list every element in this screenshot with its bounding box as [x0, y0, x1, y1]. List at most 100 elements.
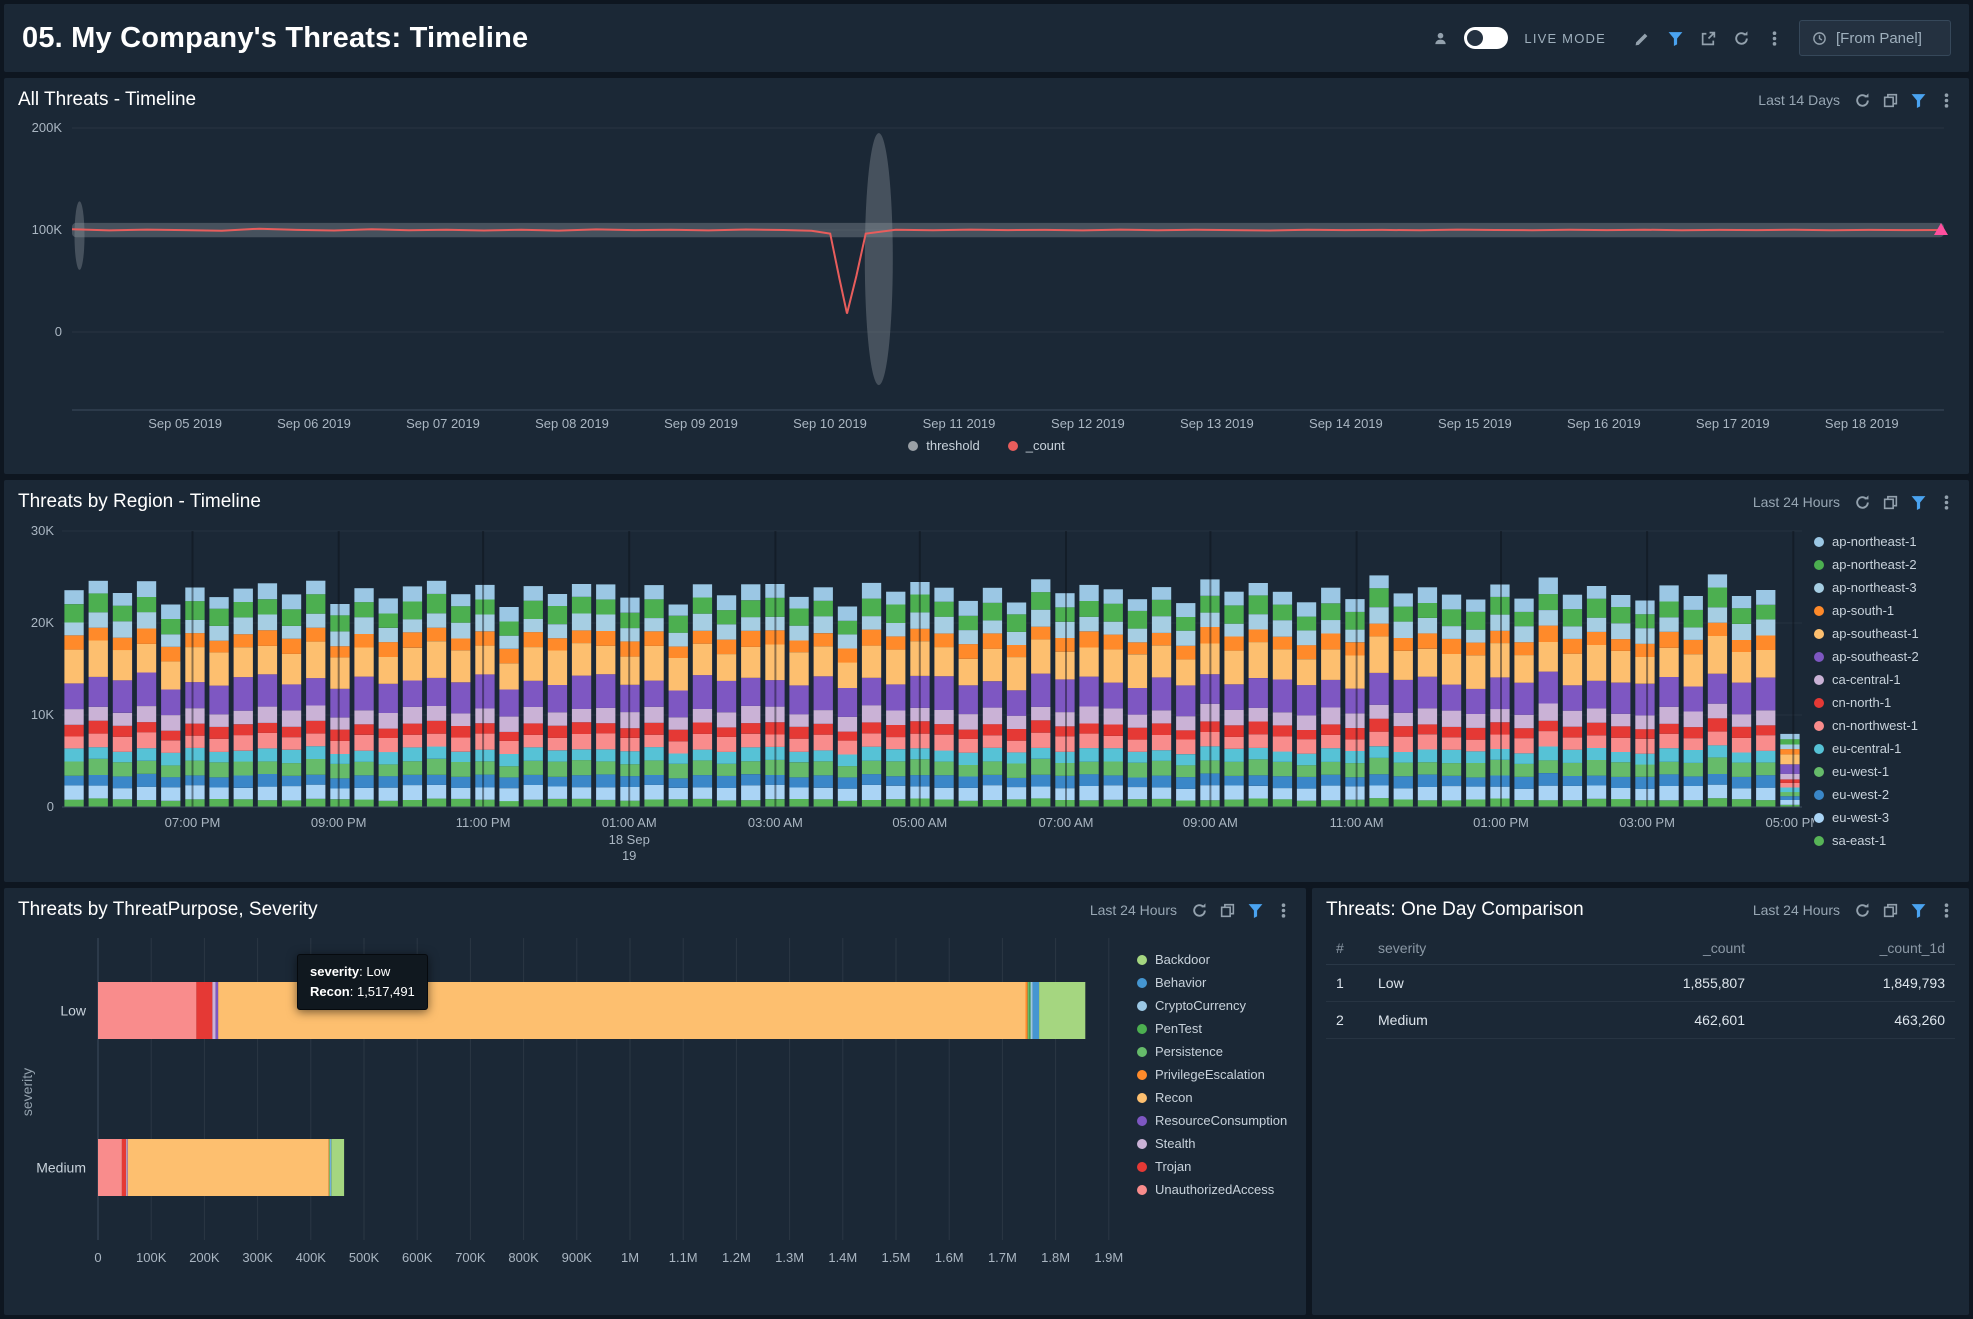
copy-icon[interactable] — [1882, 902, 1899, 919]
legend-item-Recon[interactable]: Recon — [1137, 1090, 1287, 1105]
time-range-dropdown[interactable]: [From Panel] — [1799, 20, 1951, 56]
table-row[interactable]: 1 Low 1,855,807 1,849,793 — [1326, 964, 1955, 1002]
column-header-count1d[interactable]: _count_1d — [1755, 932, 1955, 965]
legend-item-cn-northwest-1[interactable]: cn-northwest-1 — [1814, 718, 1919, 733]
time-range-label: Last 24 Hours — [1089, 902, 1177, 918]
legend-item-Persistence[interactable]: Persistence — [1137, 1044, 1287, 1059]
legend-swatch-icon — [1137, 1184, 1147, 1195]
legend-item-eu-west-1[interactable]: eu-west-1 — [1814, 764, 1919, 779]
column-header-[interactable]: # — [1326, 932, 1368, 965]
filter-icon[interactable] — [1247, 902, 1264, 919]
legend-item-ap-northeast-3[interactable]: ap-northeast-3 — [1814, 580, 1919, 595]
legend-item-threshold[interactable]: threshold — [908, 438, 980, 453]
kebab-menu-icon[interactable] — [1938, 494, 1955, 511]
svg-text:Sep 15 2019: Sep 15 2019 — [1438, 416, 1512, 431]
refresh-icon[interactable] — [1733, 30, 1750, 47]
kebab-menu-icon[interactable] — [1766, 30, 1783, 47]
legend-item-Backdoor[interactable]: Backdoor — [1137, 952, 1287, 967]
region-legend: ap-northeast-1 ap-northeast-2 ap-northeast… — [1814, 524, 1919, 876]
svg-text:300K: 300K — [242, 1250, 273, 1265]
legend-label: CryptoCurrency — [1155, 998, 1247, 1013]
refresh-icon[interactable] — [1854, 92, 1871, 109]
column-header-count[interactable]: _count — [1560, 932, 1755, 965]
region-stacked-bar-chart[interactable]: 0 10K 20K 30K 07:00 PM 09:00 PM 11:00 PM 01:00 … — [4, 524, 1814, 876]
svg-text:Sep 18 2019: Sep 18 2019 — [1825, 416, 1899, 431]
filter-icon[interactable] — [1910, 494, 1927, 511]
legend-item-Behavior[interactable]: Behavior — [1137, 975, 1287, 990]
svg-text:03:00 AM: 03:00 AM — [748, 815, 803, 830]
kebab-menu-icon[interactable] — [1938, 902, 1955, 919]
all-threats-line-chart[interactable]: 0 100K 200K Sep 05 2019 Sep 06 2019 Sep 07 20… — [8, 122, 1965, 434]
svg-text:severity: severity — [19, 1068, 35, 1116]
copy-icon[interactable] — [1219, 902, 1236, 919]
legend-label: Behavior — [1155, 975, 1207, 990]
legend-item-ap-south-1[interactable]: ap-south-1 — [1814, 603, 1919, 618]
legend-item-UnauthorizedAccess[interactable]: UnauthorizedAccess — [1137, 1182, 1287, 1197]
legend-item-eu-west-3[interactable]: eu-west-3 — [1814, 810, 1919, 825]
filter-icon[interactable] — [1910, 902, 1927, 919]
legend-item-eu-west-2[interactable]: eu-west-2 — [1814, 787, 1919, 802]
svg-text:1.4M: 1.4M — [828, 1250, 857, 1265]
svg-text:900K: 900K — [562, 1250, 593, 1265]
legend-swatch-icon — [1814, 789, 1824, 800]
kebab-menu-icon[interactable] — [1938, 92, 1955, 109]
table-row[interactable]: 2 Medium 462,601 463,260 — [1326, 1001, 1955, 1039]
svg-text:Low: Low — [60, 1003, 87, 1019]
live-mode-toggle[interactable] — [1464, 27, 1509, 49]
legend-swatch-icon — [1137, 977, 1147, 988]
legend-item-cn-north-1[interactable]: cn-north-1 — [1814, 695, 1919, 710]
edit-pencil-icon[interactable] — [1634, 30, 1651, 47]
severity-bar-Medium — [98, 1139, 345, 1196]
legend-item-Trojan[interactable]: Trojan — [1137, 1159, 1287, 1174]
table-cell: 1,849,793 — [1755, 964, 1955, 1002]
legend-item-_count[interactable]: _count — [1007, 438, 1065, 453]
legend-item-ap-southeast-1[interactable]: ap-southeast-1 — [1814, 626, 1919, 641]
svg-text:Sep 14 2019: Sep 14 2019 — [1309, 416, 1383, 431]
legend-label: eu-west-2 — [1832, 787, 1890, 802]
legend-label: Recon — [1155, 1090, 1193, 1105]
svg-text:05:00 AM: 05:00 AM — [892, 815, 947, 830]
filter-icon[interactable] — [1667, 30, 1684, 47]
legend-label: ap-northeast-2 — [1832, 557, 1917, 572]
legend-label: eu-west-1 — [1832, 764, 1890, 779]
legend-item-sa-east-1[interactable]: sa-east-1 — [1814, 833, 1919, 848]
legend-item-ap-northeast-2[interactable]: ap-northeast-2 — [1814, 557, 1919, 572]
legend-item-ap-northeast-1[interactable]: ap-northeast-1 — [1814, 534, 1919, 549]
legend-item-CryptoCurrency[interactable]: CryptoCurrency — [1137, 998, 1287, 1013]
legend-item-ca-central-1[interactable]: ca-central-1 — [1814, 672, 1919, 687]
legend-label: cn-north-1 — [1832, 695, 1892, 710]
legend-label: Trojan — [1155, 1159, 1192, 1174]
panel-threats-by-purpose: Threats by ThreatPurpose, Severity Last … — [4, 888, 1306, 1315]
legend-item-Stealth[interactable]: Stealth — [1137, 1136, 1287, 1151]
legend-item-ap-southeast-2[interactable]: ap-southeast-2 — [1814, 649, 1919, 664]
refresh-icon[interactable] — [1854, 494, 1871, 511]
svg-text:Sep 17 2019: Sep 17 2019 — [1696, 416, 1770, 431]
svg-text:05:00 PM: 05:00 PM — [1765, 815, 1814, 830]
svg-text:Sep 07 2019: Sep 07 2019 — [406, 416, 480, 431]
share-icon[interactable] — [1700, 30, 1717, 47]
copy-icon[interactable] — [1882, 92, 1899, 109]
refresh-icon[interactable] — [1191, 902, 1208, 919]
legend-item-ResourceConsumption[interactable]: ResourceConsumption — [1137, 1113, 1287, 1128]
svg-text:200K: 200K — [189, 1250, 220, 1265]
svg-text:1.9M: 1.9M — [1094, 1250, 1123, 1265]
legend-item-PenTest[interactable]: PenTest — [1137, 1021, 1287, 1036]
column-header-severity[interactable]: severity — [1368, 932, 1560, 965]
svg-text:10K: 10K — [31, 707, 54, 722]
panel-header: All Threats - Timeline Last 14 Days — [4, 78, 1969, 122]
legend-label: PenTest — [1155, 1021, 1202, 1036]
kebab-menu-icon[interactable] — [1275, 902, 1292, 919]
panel-header: Threats: One Day Comparison Last 24 Hour… — [1312, 888, 1969, 932]
table-cell: Low — [1368, 964, 1560, 1002]
time-range-dropdown-label: [From Panel] — [1836, 29, 1922, 47]
filter-icon[interactable] — [1910, 92, 1927, 109]
copy-icon[interactable] — [1882, 494, 1899, 511]
legend-item-PrivilegeEscalation[interactable]: PrivilegeEscalation — [1137, 1067, 1287, 1082]
svg-text:Medium: Medium — [36, 1160, 86, 1176]
refresh-icon[interactable] — [1854, 902, 1871, 919]
purpose-hbar-chart[interactable]: 0 100K 200K 300K 400K 500K 600K 700K 800K 900K 1M 1… — [4, 932, 1134, 1284]
svg-text:Sep 11 2019: Sep 11 2019 — [923, 416, 996, 431]
user-icon[interactable] — [1433, 31, 1448, 46]
legend-label: eu-west-3 — [1832, 810, 1890, 825]
legend-item-eu-central-1[interactable]: eu-central-1 — [1814, 741, 1919, 756]
